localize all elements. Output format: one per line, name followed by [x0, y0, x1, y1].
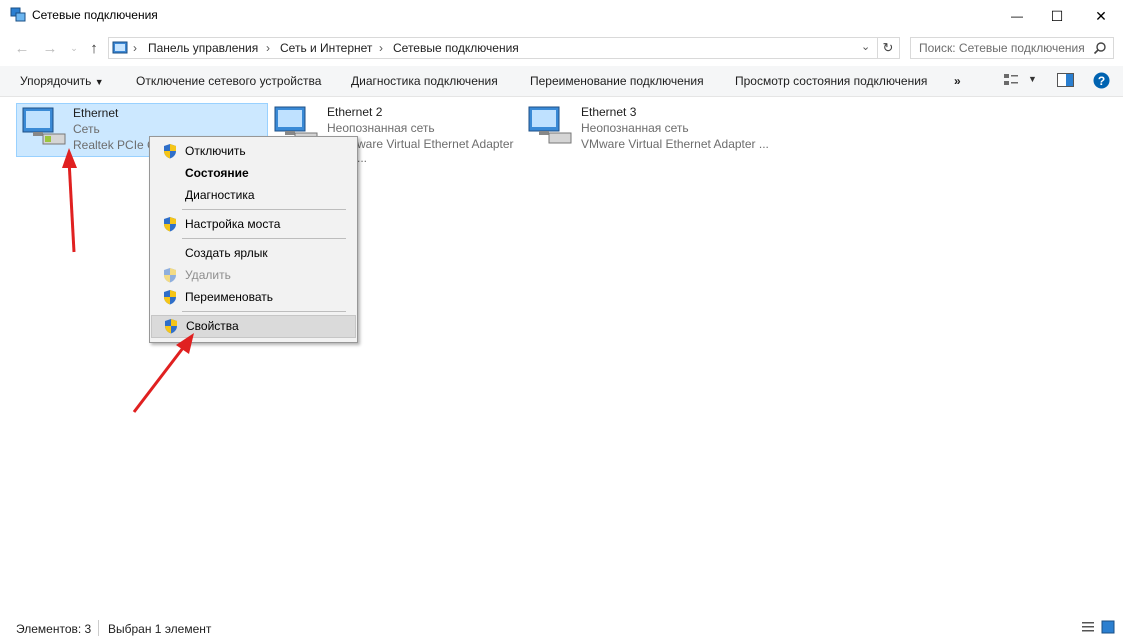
breadcrumb-control-panel[interactable]: Панель управления [148, 41, 258, 55]
search-box[interactable]: Поиск: Сетевые подключения [910, 37, 1114, 59]
view-status-button[interactable]: Просмотр состояния подключения [735, 74, 927, 88]
refresh-button[interactable]: ↻ [877, 37, 900, 59]
close-button[interactable]: ✕ [1081, 0, 1121, 32]
title-bar [0, 0, 1123, 32]
forward-arrow-icon[interactable]: → [40, 38, 60, 58]
maximize-button[interactable]: ☐ [1037, 0, 1077, 32]
up-arrow-icon[interactable]: ↑ [84, 38, 104, 58]
connection-adapter: VMware Virtual Ethernet Adapter ... [581, 137, 769, 151]
network-adapter-icon [528, 106, 572, 144]
connection-name: Ethernet 2 [327, 105, 383, 119]
minimize-button[interactable]: — [997, 0, 1037, 32]
address-bar[interactable]: › Панель управления › Сеть и Интернет › … [108, 37, 878, 59]
uac-shield-icon [165, 319, 177, 334]
window-title: Сетевые подключения [32, 8, 158, 22]
refresh-icon: ↻ [882, 40, 894, 55]
large-icons-view-icon[interactable] [1101, 620, 1115, 634]
breadcrumb-network-connections[interactable]: Сетевые подключения [393, 41, 519, 55]
status-divider [98, 620, 99, 636]
context-menu: Отключить Состояние Диагностика Настройк… [149, 136, 358, 343]
menu-item-properties[interactable]: Свойства [151, 315, 356, 338]
connection-item-ethernet-3[interactable]: Ethernet 3 Неопознанная сеть VMware Virt… [525, 103, 775, 155]
preview-pane-icon[interactable] [1057, 73, 1074, 87]
menu-separator [182, 238, 346, 239]
menu-item-rename[interactable]: Переименовать [152, 286, 353, 308]
more-commands-button[interactable]: » [954, 74, 961, 88]
menu-item-disable[interactable]: Отключить [152, 140, 353, 162]
svg-text:?: ? [1098, 74, 1105, 88]
menu-item-status[interactable]: Состояние [152, 162, 353, 184]
organize-button[interactable]: Упорядочить ▼ [20, 74, 104, 88]
uac-shield-icon [164, 290, 176, 305]
menu-item-delete: Удалить [152, 264, 353, 286]
recent-locations-chevron-icon[interactable]: ⌄ [64, 38, 84, 58]
uac-shield-icon [164, 144, 176, 159]
connection-status: Сеть [73, 122, 100, 136]
address-dropdown-icon[interactable]: ⌄ [861, 40, 870, 53]
rename-connection-button[interactable]: Переименование подключения [530, 74, 704, 88]
control-panel-icon [112, 41, 128, 54]
item-count: Элементов: 3 [16, 622, 92, 636]
back-arrow-icon[interactable]: ← [12, 38, 32, 58]
breadcrumb-network-internet[interactable]: Сеть и Интернет [280, 41, 372, 55]
menu-item-create-shortcut[interactable]: Создать ярлык [152, 242, 353, 264]
view-dropdown-icon[interactable]: ▼ [1028, 74, 1037, 84]
view-options-icon[interactable] [1003, 73, 1019, 87]
connection-status: Неопознанная сеть [327, 121, 435, 135]
uac-shield-icon [164, 268, 176, 283]
details-view-icon[interactable] [1081, 620, 1095, 634]
disable-device-button[interactable]: Отключение сетевого устройства [136, 74, 321, 88]
annotation-arrow [132, 343, 188, 413]
connection-adapter: ware Virtual Ethernet Adapter ... [357, 137, 514, 165]
selection-count: Выбран 1 элемент [108, 622, 212, 636]
network-connections-icon [10, 7, 26, 22]
diagnose-connection-button[interactable]: Диагностика подключения [351, 74, 498, 88]
connection-name: Ethernet 3 [581, 105, 637, 119]
dropdown-arrow-icon: ▼ [94, 77, 104, 87]
menu-separator [182, 311, 346, 312]
menu-item-bridge[interactable]: Настройка моста [152, 213, 353, 235]
uac-shield-icon [164, 217, 176, 232]
menu-separator [182, 209, 346, 210]
help-icon[interactable]: ? [1093, 72, 1110, 89]
menu-item-diagnostics[interactable]: Диагностика [152, 184, 353, 206]
search-icon[interactable] [1093, 41, 1107, 55]
connection-name: Ethernet [73, 106, 119, 120]
search-input[interactable]: Поиск: Сетевые подключения [919, 41, 1085, 55]
network-adapter-icon [22, 107, 66, 145]
annotation-arrow [67, 159, 76, 253]
connection-adapter: Realtek PCIe G [73, 138, 157, 152]
connection-status: Неопознанная сеть [581, 121, 689, 135]
